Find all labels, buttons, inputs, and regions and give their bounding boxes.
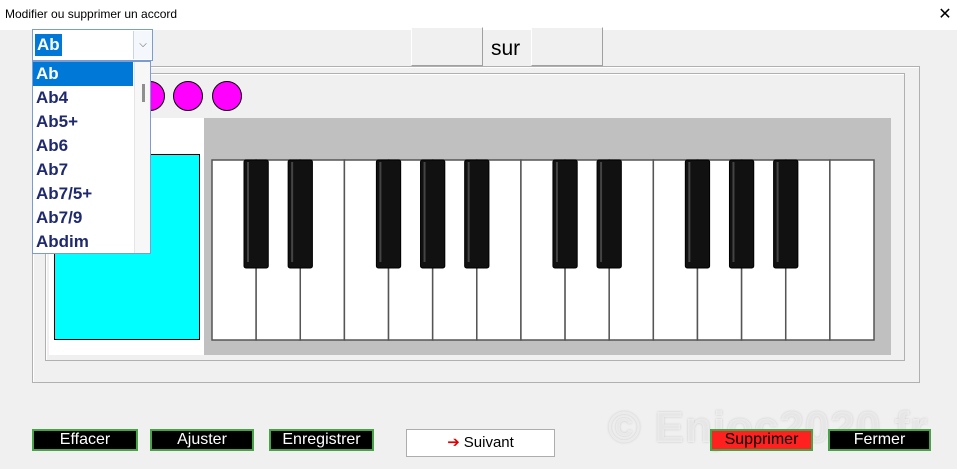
piano-keyboard[interactable] <box>204 118 891 355</box>
effacer-button[interactable]: Effacer <box>32 429 138 451</box>
black-key-highlight <box>555 162 558 262</box>
chord-option[interactable]: Ab7/9 <box>33 206 133 230</box>
chord-option[interactable]: Ab6 <box>33 134 133 158</box>
black-key-highlight <box>776 162 779 262</box>
chord-option[interactable]: Abdim <box>33 230 133 253</box>
black-key-highlight <box>291 162 294 262</box>
scrollbar-thumb[interactable] <box>142 84 145 102</box>
close-icon[interactable]: ✕ <box>934 4 956 26</box>
black-key-highlight <box>467 162 470 262</box>
black-key-highlight <box>246 162 249 262</box>
black-key-highlight <box>379 162 382 262</box>
sur-label: sur <box>491 37 521 60</box>
black-key-highlight <box>423 162 426 262</box>
chord-dropdown-list[interactable]: Ab Ab4 Ab5+ Ab6 Ab7 Ab7/5+ Ab7/9 Abdim <box>32 61 151 254</box>
chord-option[interactable]: Ab7/5+ <box>33 182 133 206</box>
white-key[interactable] <box>829 159 875 341</box>
ajuster-button[interactable]: Ajuster <box>150 429 254 451</box>
chord-select-value: Ab <box>35 34 62 56</box>
suivant-button[interactable]: ➔ Suivant <box>406 429 555 457</box>
chord-option[interactable]: Ab <box>33 62 133 86</box>
title-bar: Modifier ou supprimer un accord ✕ <box>0 0 957 30</box>
note-dot <box>212 81 242 111</box>
arrow-right-icon: ➔ <box>447 434 460 451</box>
chevron-down-icon[interactable]: ⌵ <box>133 31 152 59</box>
bass-left-box[interactable] <box>411 27 483 66</box>
black-key-highlight <box>688 162 691 262</box>
black-key-highlight <box>600 162 603 262</box>
chord-option[interactable]: Ab5+ <box>33 110 133 134</box>
suivant-label: Suivant <box>463 434 514 451</box>
dropdown-scrollbar[interactable] <box>134 62 150 253</box>
supprimer-button[interactable]: Supprimer <box>710 429 813 451</box>
note-dot <box>173 81 203 111</box>
chord-option[interactable]: Ab4 <box>33 86 133 110</box>
black-key-highlight <box>732 162 735 262</box>
chord-select[interactable]: Ab ⌵ <box>32 29 153 61</box>
bass-right-box[interactable] <box>531 27 603 66</box>
chord-option[interactable]: Ab7 <box>33 158 133 182</box>
enregistrer-button[interactable]: Enregistrer <box>269 429 374 451</box>
fermer-button[interactable]: Fermer <box>828 429 931 451</box>
window-title: Modifier ou supprimer un accord <box>5 7 178 21</box>
